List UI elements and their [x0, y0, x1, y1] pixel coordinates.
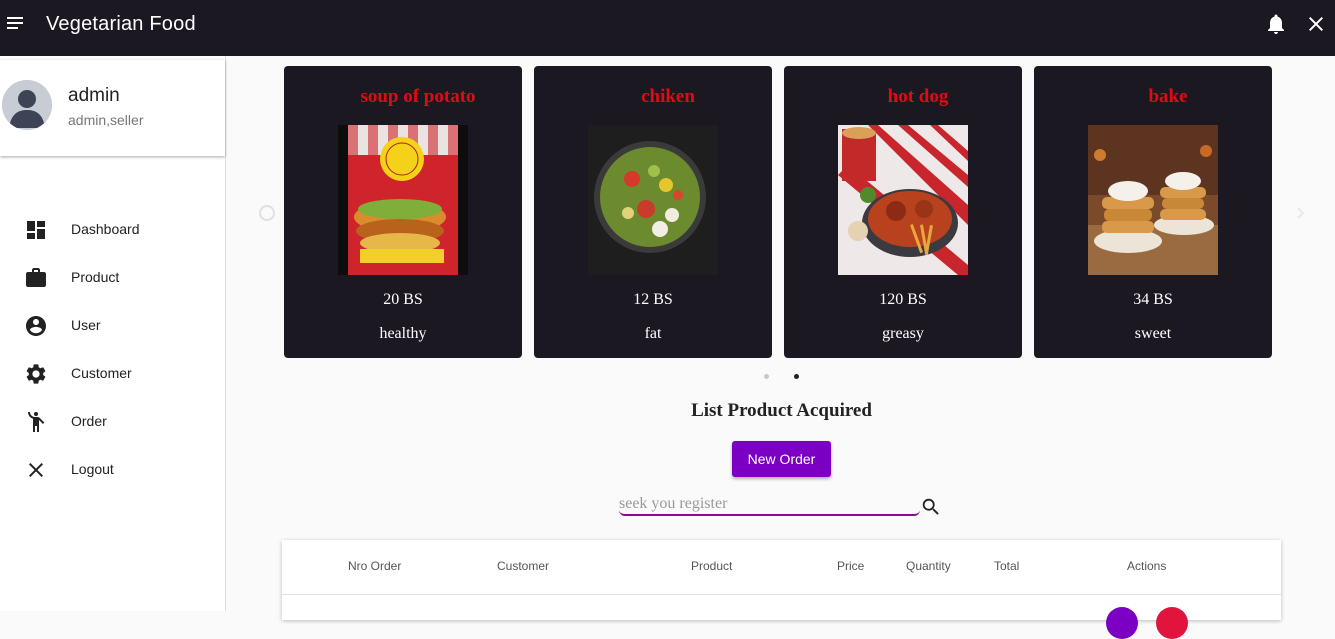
- orders-table: Nro Order Customer Product Price Quantit…: [282, 540, 1281, 639]
- product-card[interactable]: chiken 12 BS fat: [534, 66, 772, 358]
- sidebar-item-label: Order: [71, 413, 107, 429]
- profile-role: admin,seller: [68, 112, 144, 128]
- sidebar-item-label: Customer: [71, 365, 132, 381]
- sidebar-item-user[interactable]: User: [0, 302, 225, 350]
- product-price: 34 BS: [1133, 291, 1173, 308]
- product-price: 120 BS: [879, 291, 927, 308]
- profile-name: admin: [68, 85, 120, 106]
- product-card[interactable]: hot dog 120 BS greasy: [784, 66, 1022, 358]
- product-price: 12 BS: [633, 291, 673, 308]
- briefcase-icon: [24, 266, 48, 290]
- column-header[interactable]: Customer: [497, 559, 549, 573]
- column-header[interactable]: Product: [691, 559, 732, 573]
- sidebar: admin admin,seller Dashboard Product Use…: [0, 56, 226, 611]
- gear-icon: [24, 362, 48, 386]
- column-header[interactable]: Quantity: [906, 559, 951, 573]
- search-input[interactable]: [619, 494, 920, 516]
- app-header: Vegetarian Food: [0, 0, 1335, 56]
- search-icon[interactable]: [920, 496, 942, 518]
- carousel-dot-2[interactable]: [794, 374, 799, 379]
- product-image: [588, 125, 718, 275]
- sidebar-item-dashboard[interactable]: Dashboard: [0, 206, 225, 254]
- menu-icon[interactable]: [4, 12, 26, 36]
- product-carousel: soup of potato 20 BS healthy chiken 12 B…: [258, 66, 1308, 386]
- sidebar-item-order[interactable]: Order: [0, 398, 225, 446]
- product-description: sweet: [1134, 325, 1172, 342]
- column-header[interactable]: Price: [837, 559, 864, 573]
- person-standing-icon: [24, 410, 48, 434]
- chevron-left-icon[interactable]: [258, 204, 276, 222]
- product-title: bake: [1148, 86, 1188, 107]
- sidebar-item-product[interactable]: Product: [0, 254, 225, 302]
- product-description: fat: [644, 325, 662, 342]
- sidebar-item-label: Product: [71, 269, 120, 285]
- product-card[interactable]: bake 34 BS sweet: [1034, 66, 1272, 358]
- app-title: Vegetarian Food: [46, 13, 196, 35]
- product-title: hot dog: [887, 86, 949, 107]
- product-card[interactable]: soup of potato 20 BS healthy: [284, 66, 522, 358]
- profile-card: admin admin,seller: [0, 60, 225, 156]
- chevron-right-icon[interactable]: [1292, 204, 1310, 222]
- column-header[interactable]: Actions: [1127, 559, 1166, 573]
- header-divider: [282, 594, 1281, 595]
- product-image: [1088, 125, 1218, 275]
- edit-button[interactable]: [1106, 607, 1138, 639]
- sidebar-item-label: Logout: [71, 461, 114, 477]
- column-header[interactable]: Total: [994, 559, 1019, 573]
- sidebar-item-label: Dashboard: [71, 221, 140, 237]
- close-icon[interactable]: [1304, 12, 1328, 36]
- sidebar-item-label: User: [71, 317, 101, 333]
- product-description: greasy: [882, 325, 924, 342]
- sidebar-item-logout[interactable]: Logout: [0, 446, 225, 494]
- column-header[interactable]: Nro Order: [348, 559, 401, 573]
- bell-icon[interactable]: [1264, 12, 1288, 36]
- close-icon: [24, 458, 48, 482]
- new-order-button[interactable]: New Order: [732, 441, 831, 477]
- product-title: soup of potato: [360, 86, 476, 107]
- product-price: 20 BS: [383, 291, 423, 308]
- dashboard-icon: [24, 218, 48, 242]
- sidebar-item-customer[interactable]: Customer: [0, 350, 225, 398]
- delete-button[interactable]: [1156, 607, 1188, 639]
- product-image: [838, 125, 968, 275]
- account-circle-icon: [24, 314, 48, 338]
- product-description: healthy: [379, 325, 427, 342]
- avatar: [2, 80, 52, 130]
- product-image: [338, 125, 468, 275]
- section-title: List Product Acquired: [691, 400, 872, 421]
- carousel-dot-1[interactable]: [764, 374, 769, 379]
- product-title: chiken: [641, 86, 695, 107]
